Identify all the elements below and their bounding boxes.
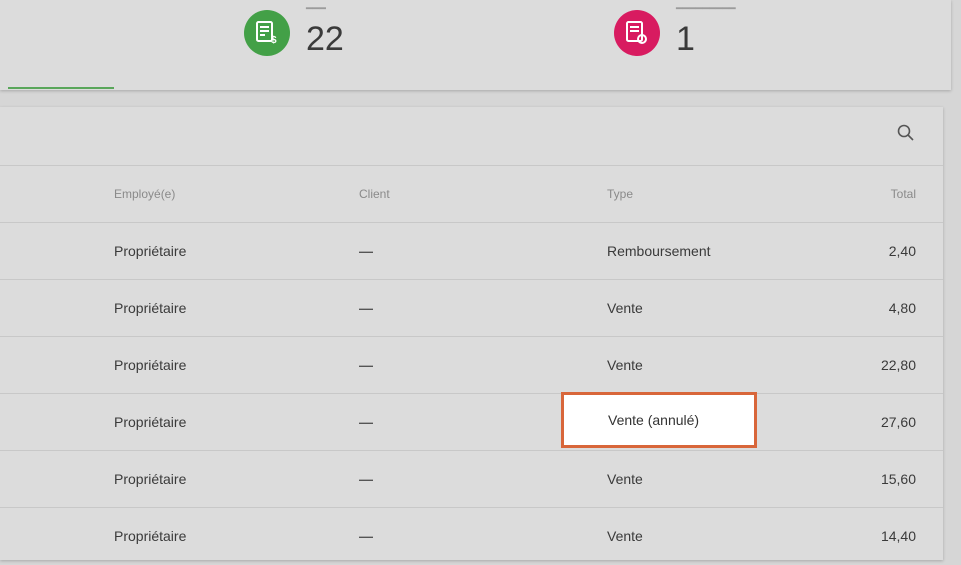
table-row[interactable]: Propriétaire — Vente 4,80: [0, 279, 943, 337]
cell-client: —: [359, 414, 373, 430]
column-header-total[interactable]: Total: [891, 166, 916, 223]
cell-type: Vente (annulé): [608, 412, 700, 428]
column-header-employee[interactable]: Employé(e): [114, 166, 175, 223]
cell-total: 2,40: [888, 243, 916, 259]
search-button[interactable]: [893, 120, 919, 146]
cell-type: Vente: [607, 357, 643, 373]
table-header: Employé(e) Client Type Total: [0, 165, 943, 223]
cell-employee: Propriétaire: [114, 528, 187, 544]
cell-client: —: [359, 528, 373, 544]
column-header-type[interactable]: Type: [607, 166, 633, 223]
summary-card: ━━━ $ 22 ━━━━━━━━━ 1: [0, 0, 951, 90]
search-icon: [897, 124, 914, 141]
cell-employee: Propriétaire: [114, 357, 187, 373]
receipts-count: 22: [306, 20, 344, 58]
receipts-stat-caption: ━━━: [306, 3, 326, 15]
receipt-dollar-icon: $: [244, 10, 290, 56]
refunds-count: 1: [676, 20, 695, 58]
table-row[interactable]: Propriétaire — Vente 15,60: [0, 450, 943, 508]
cell-total: 14,40: [880, 528, 916, 544]
table-row[interactable]: Propriétaire — Vente 14,40: [0, 507, 943, 565]
active-tab-indicator: [8, 87, 114, 89]
cell-employee: Propriétaire: [114, 414, 187, 430]
column-header-client[interactable]: Client: [359, 166, 390, 223]
cell-employee: Propriétaire: [114, 471, 187, 487]
svg-text:$: $: [271, 35, 277, 45]
cell-client: —: [359, 471, 373, 487]
table-row[interactable]: Propriétaire — Remboursement 2,40: [0, 222, 943, 280]
cell-total: 15,60: [880, 471, 916, 487]
highlighted-type-cell: Vente (annulé): [561, 392, 757, 448]
cell-type: Vente: [607, 300, 643, 316]
cell-client: —: [359, 243, 373, 259]
cell-client: —: [359, 300, 373, 316]
cell-type: Vente: [607, 528, 643, 544]
cell-type: Vente: [607, 471, 643, 487]
receipt-refund-icon: [614, 10, 660, 56]
cell-total: 4,80: [888, 300, 916, 316]
cell-total: 27,60: [880, 414, 916, 430]
cell-client: —: [359, 357, 373, 373]
cell-employee: Propriétaire: [114, 300, 187, 316]
table-row[interactable]: Propriétaire — 27,60: [0, 393, 943, 451]
cell-total: 22,80: [880, 357, 916, 373]
cell-employee: Propriétaire: [114, 243, 187, 259]
cell-type: Remboursement: [607, 243, 711, 259]
table-row[interactable]: Propriétaire — Vente 22,80: [0, 336, 943, 394]
refunds-stat-caption: ━━━━━━━━━: [676, 3, 736, 15]
